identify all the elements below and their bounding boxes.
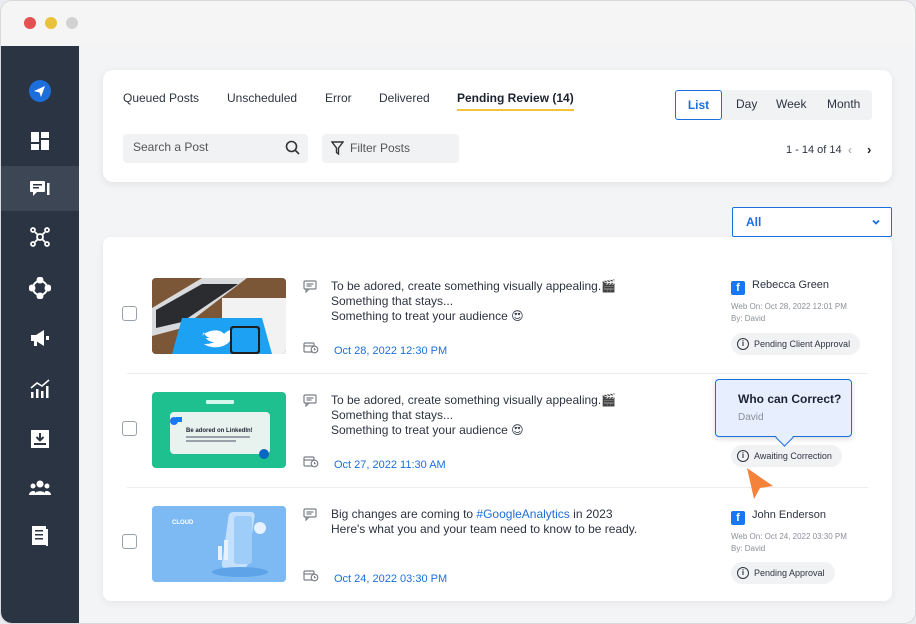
tab-delivered[interactable]: Delivered bbox=[379, 91, 430, 105]
megaphone-icon[interactable] bbox=[1, 315, 79, 360]
close-window-button[interactable] bbox=[24, 17, 36, 29]
post-thumbnail bbox=[152, 278, 286, 354]
post-caption-line: Big changes are coming to #GoogleAnalyti… bbox=[331, 507, 637, 522]
filter-label: Filter Posts bbox=[350, 141, 411, 155]
tab-queued-posts[interactable]: Queued Posts bbox=[123, 91, 199, 105]
web-on-date: Web On: Oct 28, 2022 12:01 PM bbox=[731, 302, 847, 311]
tooltip-subtitle: David bbox=[738, 412, 764, 423]
calendar-clock-icon bbox=[303, 455, 319, 473]
inbox-download-icon[interactable] bbox=[1, 416, 79, 461]
created-by: By: David bbox=[731, 314, 766, 323]
view-day-button[interactable]: Day bbox=[736, 97, 757, 111]
thumbnail-title: Be adored on LinkedIn! bbox=[186, 428, 253, 434]
post-checkbox[interactable] bbox=[122, 534, 137, 549]
status-badge[interactable]: i Awaiting Correction bbox=[731, 445, 842, 467]
tab-unscheduled[interactable]: Unscheduled bbox=[227, 91, 297, 105]
calendar-clock-icon bbox=[303, 569, 319, 587]
view-toggle: List Day Week Month bbox=[675, 90, 872, 120]
post-caption-line: To be adored, create something visually … bbox=[331, 393, 617, 407]
post-author: f John Enderson bbox=[731, 509, 826, 525]
search-placeholder: Search a Post bbox=[133, 140, 209, 154]
account-filter-dropdown[interactable]: All bbox=[732, 207, 892, 237]
app-logo-icon[interactable] bbox=[1, 68, 79, 113]
status-label: Pending Approval bbox=[754, 568, 825, 578]
post-caption-line: Something to treat your audience 😍 bbox=[331, 423, 524, 437]
caption-text: Big changes are coming to bbox=[331, 507, 477, 521]
network-icon[interactable] bbox=[1, 214, 79, 259]
tooltip-title: Who can Correct? bbox=[738, 392, 842, 406]
status-badge[interactable]: i Pending Approval bbox=[731, 562, 835, 584]
prev-page-icon[interactable]: ‹ bbox=[848, 143, 852, 157]
post-scheduled-date: Oct 27, 2022 11:30 AM bbox=[334, 459, 446, 471]
cursor-pointer-icon bbox=[744, 466, 776, 505]
post-caption-line: Something that stays... bbox=[331, 408, 454, 422]
message-icon bbox=[303, 280, 317, 298]
next-page-icon[interactable]: › bbox=[867, 142, 871, 157]
tab-pending-review[interactable]: Pending Review (14) bbox=[457, 91, 574, 111]
workflow-icon[interactable] bbox=[1, 265, 79, 310]
post-checkbox[interactable] bbox=[122, 421, 137, 436]
thumbnail-title: CLOUD bbox=[172, 520, 194, 526]
post-author: f Rebecca Green bbox=[731, 279, 829, 295]
caption-text: in 2023 bbox=[569, 507, 613, 521]
calendar-clock-icon bbox=[303, 341, 319, 359]
facebook-icon: f bbox=[731, 511, 745, 525]
created-by: By: David bbox=[731, 544, 766, 553]
hashtag-link[interactable]: #GoogleAnalytics bbox=[476, 507, 569, 521]
sidebar bbox=[1, 46, 79, 623]
author-name: John Enderson bbox=[752, 509, 826, 521]
post-checkbox[interactable] bbox=[122, 306, 137, 321]
post-caption: Big changes are coming to #GoogleAnalyti… bbox=[331, 507, 637, 537]
search-icon[interactable] bbox=[285, 140, 300, 158]
chevron-down-icon bbox=[871, 216, 881, 230]
post-caption-line: Something to treat your audience 😍 bbox=[331, 309, 524, 323]
post-thumbnail: Be adored on LinkedIn! bbox=[152, 392, 286, 468]
post-scheduled-date: Oct 28, 2022 12:30 PM bbox=[334, 345, 448, 357]
analytics-icon[interactable] bbox=[1, 366, 79, 411]
view-list-button[interactable]: List bbox=[675, 90, 722, 120]
minimize-window-button[interactable] bbox=[45, 17, 57, 29]
post-caption-line: To be adored, create something visually … bbox=[331, 279, 617, 293]
post-caption-line: Here's what you and your team need to kn… bbox=[331, 522, 638, 536]
post-row[interactable]: To be adored, create something visually … bbox=[103, 261, 892, 375]
info-icon: i bbox=[737, 567, 749, 579]
message-icon bbox=[303, 508, 317, 526]
view-week-button[interactable]: Week bbox=[776, 97, 806, 111]
team-icon[interactable] bbox=[1, 465, 79, 510]
tab-error[interactable]: Error bbox=[325, 91, 352, 105]
app-window: Queued Posts Unscheduled Error Delivered… bbox=[0, 0, 916, 624]
main-content: Queued Posts Unscheduled Error Delivered… bbox=[79, 46, 915, 623]
post-row[interactable]: CLOUD Big changes are coming to #GoogleA… bbox=[103, 489, 892, 603]
maximize-window-button[interactable] bbox=[66, 17, 78, 29]
status-label: Awaiting Correction bbox=[754, 451, 832, 461]
filter-posts-button[interactable]: Filter Posts bbox=[322, 134, 459, 163]
who-can-correct-tooltip: Who can Correct? David bbox=[715, 379, 852, 447]
dashboard-icon[interactable] bbox=[1, 118, 79, 163]
view-month-button[interactable]: Month bbox=[827, 97, 860, 111]
post-scheduled-date: Oct 24, 2022 03:30 PM bbox=[334, 573, 448, 585]
search-input[interactable]: Search a Post bbox=[123, 134, 308, 163]
facebook-icon: f bbox=[731, 281, 745, 295]
status-label: Pending Client Approval bbox=[754, 339, 851, 349]
filter-icon bbox=[330, 141, 345, 158]
row-divider bbox=[127, 373, 868, 374]
posts-toolbar-card: Queued Posts Unscheduled Error Delivered… bbox=[103, 70, 892, 182]
message-icon bbox=[303, 394, 317, 412]
post-meta: Web On: Oct 24, 2022 03:30 PM By: David bbox=[731, 531, 847, 555]
document-icon[interactable] bbox=[1, 513, 79, 558]
pagination-label: 1 - 14 of 14 bbox=[786, 144, 842, 156]
post-meta: Web On: Oct 28, 2022 12:01 PM By: David bbox=[731, 301, 847, 325]
author-name: Rebecca Green bbox=[752, 279, 830, 291]
post-caption-line: Something that stays... bbox=[331, 294, 454, 308]
web-on-date: Web On: Oct 24, 2022 03:30 PM bbox=[731, 532, 847, 541]
post-caption: To be adored, create something visually … bbox=[331, 279, 616, 324]
info-icon: i bbox=[737, 450, 749, 462]
post-caption: To be adored, create something visually … bbox=[331, 393, 616, 438]
account-filter-value: All bbox=[746, 215, 762, 229]
publish-icon[interactable] bbox=[1, 166, 79, 211]
post-thumbnail: CLOUD bbox=[152, 506, 286, 582]
info-icon: i bbox=[737, 338, 749, 350]
status-badge[interactable]: i Pending Client Approval bbox=[731, 333, 861, 355]
title-bar bbox=[1, 1, 915, 46]
